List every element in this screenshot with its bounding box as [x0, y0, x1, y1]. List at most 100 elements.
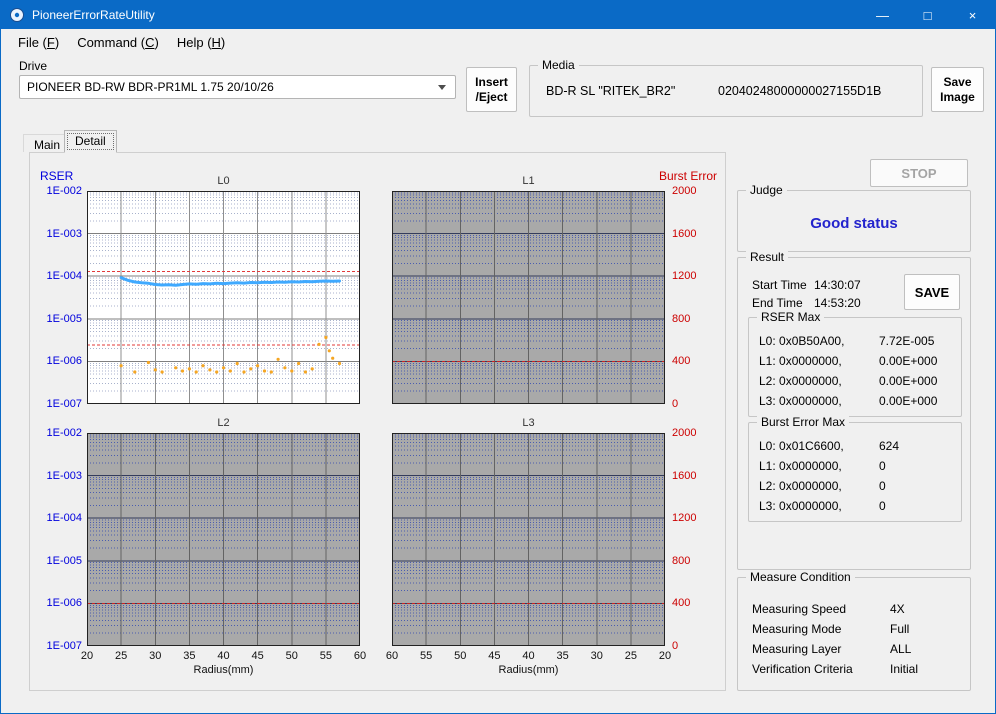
chart-title-L2: L2: [217, 417, 230, 429]
insert-eject-label-line2: /Eject: [475, 89, 508, 104]
insert-eject-label-line1: Insert: [475, 74, 508, 89]
chart-plot-L1: [392, 191, 665, 404]
menu-command[interactable]: Command (C): [68, 32, 168, 53]
burst-max-row-l2: L2: 0x0000000, 0: [759, 479, 955, 493]
rser-tick-label: 1E-003: [46, 469, 82, 482]
chart-plot-L2: [87, 433, 360, 646]
chart-L3: [392, 433, 665, 646]
burst-tick-label: 2000: [672, 427, 697, 439]
rser-tick-label: 1E-004: [46, 270, 82, 283]
rser-max-l3-value: 0.00E+000: [879, 394, 938, 408]
rser-max-l3-hex: L3: 0x0000000,: [759, 394, 842, 408]
x-tick-label: 30: [149, 650, 162, 662]
x-tick-label: 25: [624, 650, 637, 662]
x-tick-label: 55: [420, 650, 433, 662]
burst-max-l1-hex: L1: 0x0000000,: [759, 459, 842, 473]
measuring-layer-value: ALL: [890, 642, 912, 656]
rser-tick-label: 1E-007: [46, 398, 82, 410]
chart-panel: RSER Burst Error 1E-002 1E-003 1E-004 1E-00…: [29, 152, 726, 691]
end-time-value: 14:53:20: [814, 296, 861, 310]
chart-title-L0: L0: [217, 175, 230, 187]
media-label: Media: [538, 58, 579, 72]
burst-max-l0-hex: L0: 0x01C6600,: [759, 439, 844, 453]
burst-max-l0-value: 624: [879, 439, 900, 453]
burst-tick-label: 1600: [672, 227, 697, 240]
maximize-button[interactable]: □: [905, 1, 950, 29]
rser-tick-label: 1E-002: [46, 427, 82, 439]
rser-max-l1-hex: L1: 0x0000000,: [759, 354, 842, 368]
rser-tick-label: 1E-005: [46, 312, 82, 325]
x-tick-label: 60: [385, 650, 399, 662]
stop-button[interactable]: STOP: [870, 159, 968, 187]
measure-row-criteria: Verification Criteria Initial: [752, 662, 962, 676]
save-button[interactable]: SAVE: [904, 274, 960, 310]
measuring-speed-label: Measuring Speed: [752, 602, 847, 616]
drive-select[interactable]: PIONEER BD-RW BDR-PR1ML 1.75 20/10/26: [19, 75, 456, 99]
minimize-button[interactable]: —: [860, 1, 905, 29]
burst-max-l2-hex: L2: 0x0000000,: [759, 479, 842, 493]
x-tick-label: 45: [251, 650, 264, 662]
burst-max-row-l3: L3: 0x0000000, 0: [759, 499, 955, 513]
chart-plot-L3: [392, 433, 665, 646]
x-tick-label: 30: [590, 650, 603, 662]
window-title: PioneerErrorRateUtility: [32, 8, 155, 22]
chart-L2: [87, 433, 360, 646]
menu-file[interactable]: File (F): [9, 32, 68, 53]
drive-label: Drive: [19, 59, 48, 73]
measure-condition-groupbox: Measure Condition Measuring Speed 4X Mea…: [737, 570, 971, 691]
rser-tick-label: 1E-005: [46, 554, 82, 567]
measuring-layer-label: Measuring Layer: [752, 642, 842, 656]
chevron-down-icon: [438, 85, 446, 90]
rser-tick-label: 1E-006: [46, 597, 82, 610]
chart-L1: [392, 191, 665, 404]
media-disc-type: BD-R SL "RITEK_BR2": [546, 84, 676, 98]
burst-max-l2-value: 0: [879, 479, 886, 493]
menubar: File (F) Command (C) Help (H): [1, 29, 995, 55]
rser-max-groupbox: RSER Max L0: 0x0B50A00, 7.72E-005 L1: 0x…: [748, 310, 962, 417]
rser-tick-label: 1E-006: [46, 355, 82, 368]
media-groupbox: Media BD-R SL "RITEK_BR2" 02040248000000…: [529, 58, 923, 117]
burst-tick-label: 1200: [672, 512, 697, 525]
window-controls: — □ ×: [860, 1, 995, 29]
insert-eject-button[interactable]: Insert /Eject: [466, 67, 517, 112]
x-tick-label: 50: [285, 650, 298, 662]
drive-select-value: PIONEER BD-RW BDR-PR1ML 1.75 20/10/26: [27, 80, 274, 94]
measuring-mode-value: Full: [890, 622, 910, 636]
save-image-button[interactable]: Save Image: [931, 67, 984, 112]
rser-max-row-l0: L0: 0x0B50A00, 7.72E-005: [759, 334, 955, 348]
burst-tick-label: 400: [672, 597, 691, 610]
measure-condition-label: Measure Condition: [746, 570, 855, 584]
x-tick-label: 25: [115, 650, 128, 662]
x-tick-label: 35: [556, 650, 569, 662]
x-tick-label: 50: [454, 650, 467, 662]
rser-max-l0-hex: L0: 0x0B50A00,: [759, 334, 845, 348]
chart-plot-L0: [87, 191, 360, 404]
start-time-label: Start Time: [752, 278, 807, 292]
x-tick-label: 55: [319, 650, 332, 662]
rser-max-row-l2: L2: 0x0000000, 0.00E+000: [759, 374, 955, 388]
burst-tick-label: 2000: [672, 185, 697, 197]
burst-max-row-l0: L0: 0x01C6600, 624: [759, 439, 955, 453]
chart-L0: [87, 191, 360, 404]
menu-help[interactable]: Help (H): [168, 32, 234, 53]
burst-error-max-label: Burst Error Max: [757, 415, 850, 429]
x-tick-label: 45: [488, 650, 501, 662]
x-tick-label: 35: [183, 650, 196, 662]
rser-max-l0-value: 7.72E-005: [879, 334, 935, 348]
tab-detail[interactable]: Detail: [64, 130, 117, 153]
burst-max-l1-value: 0: [879, 459, 886, 473]
x-tick-label: 40: [217, 650, 230, 662]
burst-max-row-l1: L1: 0x0000000, 0: [759, 459, 955, 473]
close-button[interactable]: ×: [950, 1, 995, 29]
x-tick-label: 20: [658, 650, 672, 662]
rser-tick-label: 1E-004: [46, 512, 82, 525]
judge-label: Judge: [746, 183, 787, 197]
measuring-speed-value: 4X: [890, 602, 905, 616]
x-tick-label: 60: [353, 650, 367, 662]
burst-tick-label: 800: [672, 554, 691, 567]
burst-max-l3-value: 0: [879, 499, 886, 513]
measure-row-layer: Measuring Layer ALL: [752, 642, 962, 656]
x-axis-caption-L2: Radius(mm): [193, 664, 254, 676]
start-time-value: 14:30:07: [814, 278, 861, 292]
rser-max-row-l1: L1: 0x0000000, 0.00E+000: [759, 354, 955, 368]
